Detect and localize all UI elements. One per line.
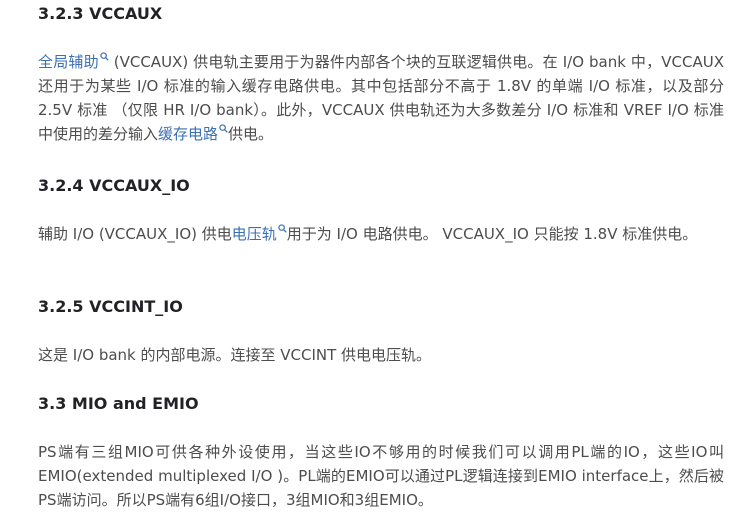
search-icon (219, 124, 228, 133)
keyword-link-quanju-fuzhu[interactable]: 全局辅助 (38, 52, 109, 71)
section-heading-3-2-3: 3.2.3 VCCAUX (38, 4, 163, 23)
paragraph-text: 供电。 (228, 125, 274, 143)
keyword-link-label: 全局辅助 (38, 53, 99, 71)
keyword-link-huancun-dianlu[interactable]: 缓存电路 (158, 124, 228, 143)
section-heading-3-2-5: 3.2.5 VCCINT_IO (38, 297, 183, 316)
keyword-link-label: 缓存电路 (158, 125, 219, 143)
search-icon (100, 52, 109, 61)
section-paragraph-3-2-4: 辅助 I/O (VCCAUX_IO) 供电电压轨 用于为 I/O 电路供电。 VC… (38, 222, 724, 246)
paragraph-text: 辅助 I/O (VCCAUX_IO) 供电 (38, 225, 232, 243)
section-paragraph-3-3: PS端有三组MIO可供各种外设使用，当这些IO不够用的时候我们可以调用PL端的I… (38, 443, 724, 509)
section-paragraph-3-2-3: 全局辅助 (VCCAUX) 供电轨主要用于为器件内部各个块的互联逻辑供电。在 I… (38, 50, 724, 146)
section-heading-3-2-4: 3.2.4 VCCAUX_IO (38, 176, 190, 195)
paragraph-text: 用于为 I/O 电路供电。 VCCAUX_IO 只能按 1.8V 标准供电。 (286, 225, 698, 243)
section-paragraph-3-2-5: 这是 I/O bank 的内部电源。连接至 VCCINT 供电电压轨。 (38, 346, 432, 364)
paragraph-text: (VCCAUX) 供电轨主要用于为器件内部各个块的互联逻辑供电。在 I/O ba… (38, 53, 724, 143)
section-heading-3-3: 3.3 MIO and EMIO (38, 394, 199, 413)
search-icon (278, 224, 287, 233)
keyword-link-label: 电压轨 (231, 225, 277, 243)
keyword-link-dianya-gui[interactable]: 电压轨 (231, 224, 287, 243)
article-body: 3.2.3 VCCAUX 全局辅助 (VCCAUX) 供电轨主要用于为器件内部各… (0, 0, 738, 531)
